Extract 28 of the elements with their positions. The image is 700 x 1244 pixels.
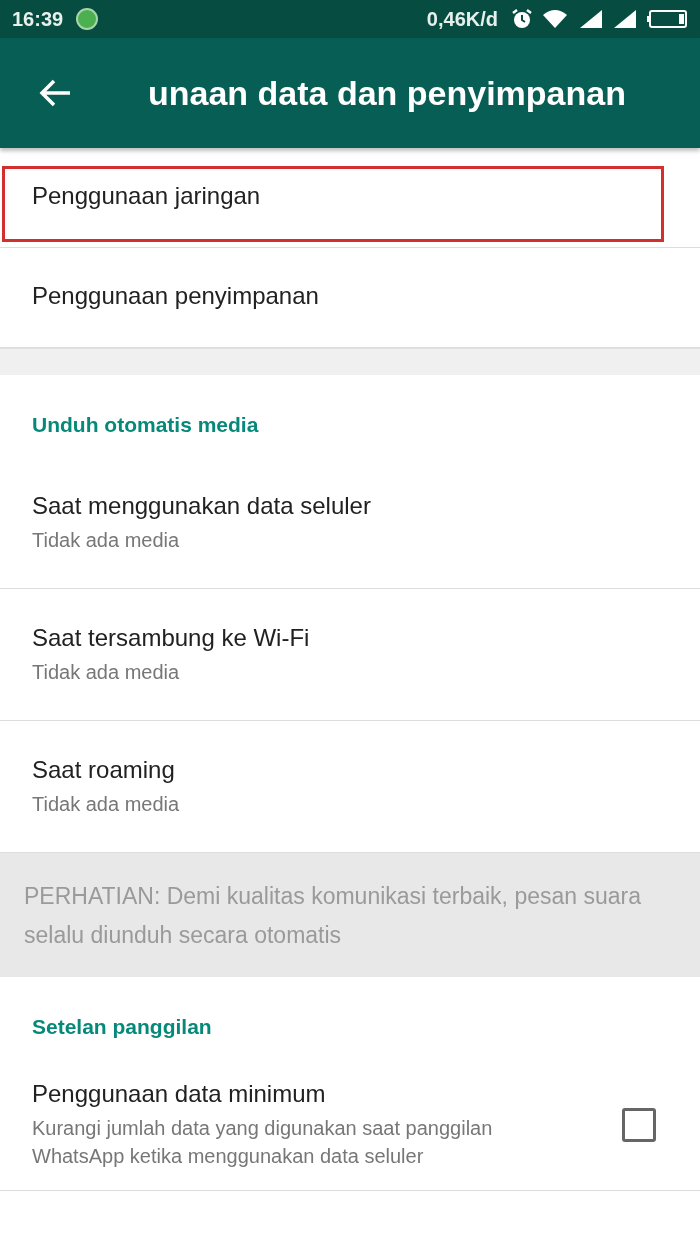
item-subtitle: Tidak ada media [32,527,181,553]
network-speed: 0,46K/d [426,7,498,31]
item-subtitle: Kurangi jumlah data yang digunakan saat panggilan WhatsApp ketika menggunakan data seluler [32,1115,494,1169]
wifi-icon [542,8,570,30]
notice-text: PERHATIAN: Demi kualitas komunikasi terbaik, pesan suara selalu diunduh secara otomatis [0,853,700,977]
status-time: 16:39 [12,7,64,31]
checkbox[interactable] [622,1107,656,1142]
settings-item[interactable]: Penggunaan data minimum Kurangi jumlah data yang digunakan saat panggilan WhatsApp ketika menggunakan data seluler [0,1059,700,1191]
item-title: Saat menggunakan data seluler [32,491,372,520]
battery-icon [646,8,688,30]
alarm-icon [510,7,534,31]
menu-item-label: Penggunaan penyimpanan [32,281,319,310]
menu-item-label: Penggunaan jaringan [32,181,261,210]
signal-icon [578,8,604,30]
back-arrow-icon [38,78,72,108]
section-header: Unduh otomatis media [31,412,260,438]
section-header: Setelan panggilan [31,1014,213,1040]
item-subtitle: Tidak ada media [32,791,181,817]
menu-item[interactable]: Penggunaan jaringan [0,148,700,248]
notification-icon [75,7,100,31]
settings-item[interactable]: Saat tersambung ke Wi-Fi Tidak ada media [0,589,700,721]
signal-icon [612,8,638,30]
settings-item[interactable]: Saat menggunakan data seluler Tidak ada media [0,457,700,589]
item-subtitle: Tidak ada media [32,659,181,685]
item-title: Penggunaan data minimum [32,1079,327,1108]
item-title: Saat tersambung ke Wi-Fi [32,623,311,652]
item-title: Saat roaming [32,755,176,784]
toolbar-title: unaan data dan penyimpanan [148,73,626,113]
